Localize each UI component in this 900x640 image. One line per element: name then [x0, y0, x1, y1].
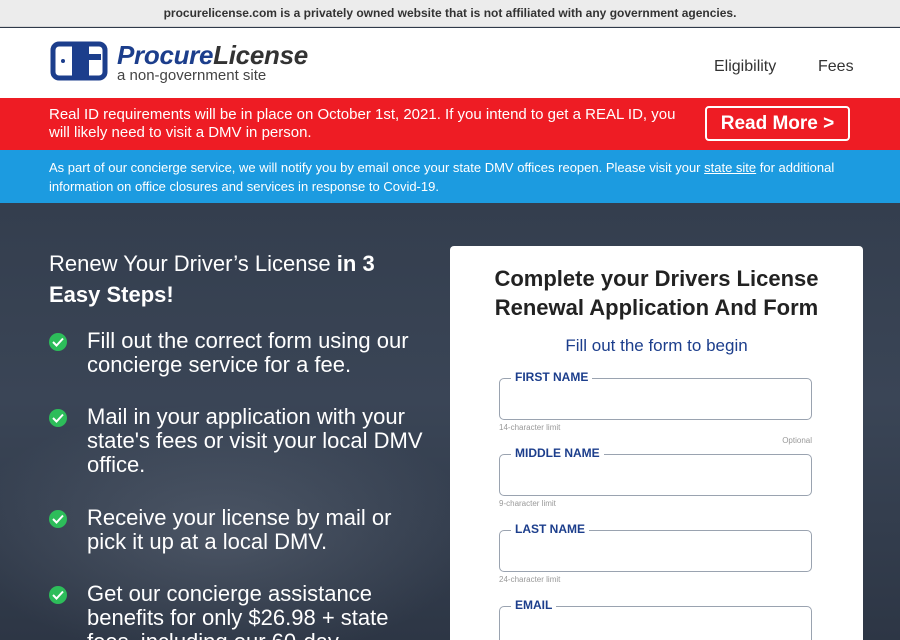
- application-form-card: Complete your Drivers License Renewal Ap…: [450, 246, 863, 640]
- real-id-banner: Real ID requirements will be in place on…: [0, 98, 900, 150]
- last-name-hint: 24-character limit: [499, 575, 561, 584]
- steps-title-normal: Renew Your Driver’s License: [49, 251, 337, 276]
- read-more-button[interactable]: Read More >: [705, 106, 850, 141]
- logo-name-part1: Procure: [117, 40, 214, 70]
- first-name-label: FIRST NAME: [511, 370, 593, 384]
- check-icon: [49, 586, 67, 604]
- middle-name-input[interactable]: [507, 464, 802, 488]
- email-label: EMAIL: [511, 598, 557, 612]
- logo-name-part2: License: [213, 40, 308, 70]
- middle-name-label: MIDDLE NAME: [511, 446, 604, 460]
- covid-notice-banner: As part of our concierge service, we wil…: [0, 150, 900, 203]
- nav-eligibility[interactable]: Eligibility: [714, 58, 776, 76]
- check-icon: [49, 409, 67, 427]
- first-name-hint: 14-character limit: [499, 423, 561, 432]
- form-subtitle: Fill out the form to begin: [565, 336, 748, 355]
- covid-notice-text-before: As part of our concierge service, we wil…: [49, 160, 705, 175]
- optional-tag: Optional: [782, 436, 812, 445]
- nav-fees[interactable]: Fees: [818, 58, 854, 76]
- step-text: Fill out the correct form using our conc…: [87, 328, 409, 377]
- covid-notice-text: As part of our concierge service, we wil…: [49, 158, 869, 196]
- step-text: Receive your license by mail or pick it …: [87, 505, 392, 554]
- logo-tagline: a non-government site: [117, 67, 267, 84]
- license-card-icon: [50, 41, 108, 81]
- hero-section: Renew Your Driver’s License in 3 Easy St…: [0, 203, 900, 640]
- steps-title: Renew Your Driver’s License in 3 Easy St…: [49, 248, 429, 310]
- last-name-input[interactable]: [507, 540, 802, 564]
- disclaimer-bar: procurelicense.com is a privately owned …: [0, 0, 900, 27]
- check-icon: [49, 510, 67, 528]
- middle-name-hint: 9-character limit: [499, 499, 556, 508]
- last-name-label: LAST NAME: [511, 522, 589, 536]
- step-text: Mail in your application with your state…: [87, 404, 423, 477]
- check-icon: [49, 333, 67, 351]
- step-text: Get our concierge assistance benefits fo…: [87, 581, 389, 640]
- real-id-banner-text: Real ID requirements will be in place on…: [49, 106, 676, 141]
- state-site-link[interactable]: state site: [704, 160, 756, 175]
- site-header: ProcureLicense a non-government site Eli…: [0, 28, 900, 98]
- first-name-input[interactable]: [507, 388, 802, 412]
- email-input[interactable]: [507, 616, 802, 640]
- form-title: Complete your Drivers License Renewal Ap…: [494, 266, 819, 320]
